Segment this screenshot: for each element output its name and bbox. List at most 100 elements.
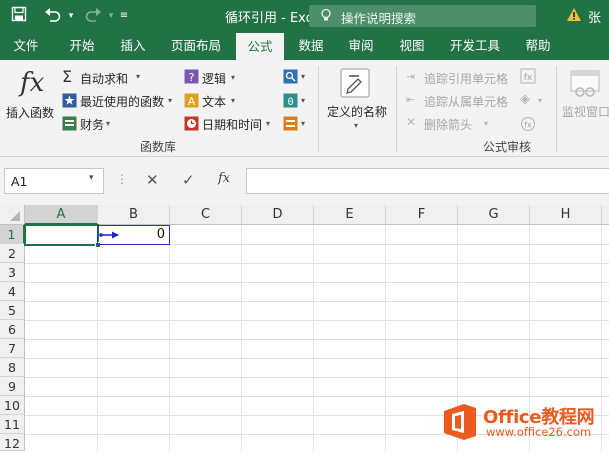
math-dropdown-icon[interactable]: ▾: [301, 96, 305, 105]
office-logo-icon: [442, 403, 478, 444]
row-header[interactable]: 3: [0, 263, 25, 282]
active-cell-a1[interactable]: [24, 224, 99, 246]
date-time-dropdown-icon[interactable]: ▾: [266, 119, 270, 128]
row-header[interactable]: 8: [0, 358, 25, 377]
group-label-function-library: 函数库: [140, 140, 177, 154]
column-header-g[interactable]: G: [458, 205, 530, 225]
svg-text:A: A: [188, 95, 196, 108]
trace-precedents-icon: ⇥: [406, 70, 416, 83]
column-header-c[interactable]: C: [170, 205, 242, 225]
save-icon[interactable]: [8, 6, 30, 26]
tracer-arrow-icon: [99, 231, 119, 239]
error-checking-dropdown-icon[interactable]: ▾: [538, 96, 542, 105]
insert-function-button[interactable]: 插入函数: [6, 104, 54, 121]
tab-formulas[interactable]: 公式: [236, 33, 284, 60]
lookup-reference-icon[interactable]: [283, 69, 298, 87]
search-placeholder: 操作说明搜索: [341, 11, 417, 26]
defined-names-dropdown-icon[interactable]: ▾: [354, 121, 358, 130]
error-checking-icon[interactable]: ◈: [520, 92, 530, 107]
group-divider: [396, 66, 397, 152]
row-header[interactable]: 1: [0, 225, 25, 244]
more-functions-icon[interactable]: [283, 116, 298, 134]
warning-icon[interactable]: [566, 7, 582, 25]
undo-icon[interactable]: [40, 6, 66, 26]
title-bar: ▾ ▾ ≡ 循环引用 - Excel 操作说明搜索 张: [0, 0, 609, 32]
recently-used-button[interactable]: 最近使用的函数: [80, 93, 164, 110]
column-header-i[interactable]: [602, 205, 609, 225]
row-header[interactable]: 10: [0, 396, 25, 415]
row-header[interactable]: 6: [0, 320, 25, 339]
remove-arrows-button[interactable]: 删除箭头: [424, 116, 472, 133]
watch-window-icon[interactable]: [570, 70, 600, 101]
defined-names-button[interactable]: 定义的名称: [327, 103, 387, 120]
remove-arrows-dropdown-icon[interactable]: ▾: [484, 119, 488, 128]
date-time-button[interactable]: 日期和时间: [202, 116, 262, 133]
remove-arrows-icon: ✕: [406, 115, 417, 129]
enter-icon[interactable]: ✓: [182, 171, 195, 189]
star-book-icon: [62, 93, 77, 111]
column-header-h[interactable]: H: [530, 205, 602, 225]
text-dropdown-icon[interactable]: ▾: [231, 96, 235, 105]
more-dropdown-icon[interactable]: ▾: [301, 119, 305, 128]
watch-window-button[interactable]: 监视窗口: [562, 103, 609, 120]
tell-me-search[interactable]: 操作说明搜索: [309, 5, 536, 27]
autosum-button[interactable]: 自动求和: [80, 70, 128, 87]
row-header[interactable]: 11: [0, 415, 25, 434]
tab-developer[interactable]: 开发工具: [441, 32, 509, 60]
row-header[interactable]: 9: [0, 377, 25, 396]
text-function-button[interactable]: 文本: [202, 93, 226, 110]
tab-view[interactable]: 视图: [389, 32, 435, 60]
name-box-dropdown-icon[interactable]: ▾: [89, 173, 94, 183]
insert-function-fx-icon[interactable]: fx: [218, 171, 230, 186]
customize-qat-icon[interactable]: ≡: [116, 6, 132, 26]
ribbon-tabs: 文件 开始 插入 页面布局 公式 数据 审阅 视图 开发工具 帮助: [0, 32, 609, 60]
worksheet-grid[interactable]: A B C D E F G H 1 2 3 4 5 6 7 8 9 10 11 …: [0, 205, 609, 451]
financial-button[interactable]: 财务: [80, 116, 104, 133]
row-header[interactable]: 2: [0, 244, 25, 263]
lookup-dropdown-icon[interactable]: ▾: [301, 72, 305, 81]
column-header-a[interactable]: A: [25, 205, 98, 225]
evaluate-formula-icon[interactable]: fx: [520, 116, 536, 135]
name-box[interactable]: A1 ▾: [4, 168, 104, 194]
clock-icon: [184, 116, 199, 134]
row-header[interactable]: 7: [0, 339, 25, 358]
group-label-formula-auditing: 公式审核: [483, 140, 532, 154]
formula-input[interactable]: [246, 168, 609, 194]
row-header[interactable]: 4: [0, 282, 25, 301]
group-divider: [318, 66, 319, 152]
tab-review[interactable]: 审阅: [338, 32, 384, 60]
select-all-corner[interactable]: [0, 205, 25, 225]
defined-names-icon[interactable]: [340, 68, 370, 101]
show-formulas-icon[interactable]: fx: [520, 68, 536, 87]
column-header-e[interactable]: E: [314, 205, 386, 225]
trace-dependents-button[interactable]: 追踪从属单元格: [424, 93, 508, 110]
redo-dropdown-icon[interactable]: ▾: [106, 6, 116, 26]
insert-function-icon[interactable]: fx: [20, 68, 44, 98]
tab-file[interactable]: 文件: [2, 32, 50, 60]
column-header-b[interactable]: B: [98, 205, 170, 225]
recently-used-dropdown-icon[interactable]: ▾: [168, 96, 172, 105]
autosum-dropdown-icon[interactable]: ▾: [136, 72, 140, 81]
undo-dropdown-icon[interactable]: ▾: [66, 6, 76, 26]
tab-data[interactable]: 数据: [290, 32, 332, 60]
svg-text:fx: fx: [524, 73, 533, 83]
logical-button[interactable]: 逻辑: [202, 70, 226, 87]
formula-bar: A1 ▾ ⋮ ✕ ✓ fx: [0, 157, 609, 205]
trace-precedents-button[interactable]: 追踪引用单元格: [424, 70, 508, 87]
formula-bar-grip-icon[interactable]: ⋮: [116, 172, 128, 186]
row-header[interactable]: 5: [0, 301, 25, 320]
column-header-d[interactable]: D: [242, 205, 314, 225]
redo-icon[interactable]: [80, 6, 106, 26]
tab-home[interactable]: 开始: [56, 32, 108, 60]
logical-dropdown-icon[interactable]: ▾: [231, 73, 235, 82]
row-header[interactable]: 12: [0, 434, 25, 451]
user-name[interactable]: 张: [588, 7, 601, 26]
column-header-f[interactable]: F: [386, 205, 458, 225]
tab-insert[interactable]: 插入: [110, 32, 156, 60]
ribbon: fx 插入函数 Σ 自动求和 ▾ 最近使用的函数 ▾ 财务 ▾ ? 逻辑 ▾ A…: [0, 60, 609, 157]
cancel-icon[interactable]: ✕: [146, 171, 159, 189]
financial-dropdown-icon[interactable]: ▾: [106, 119, 110, 128]
tab-page-layout[interactable]: 页面布局: [163, 32, 229, 60]
math-trig-icon[interactable]: θ: [283, 93, 298, 111]
tab-help[interactable]: 帮助: [516, 32, 560, 60]
